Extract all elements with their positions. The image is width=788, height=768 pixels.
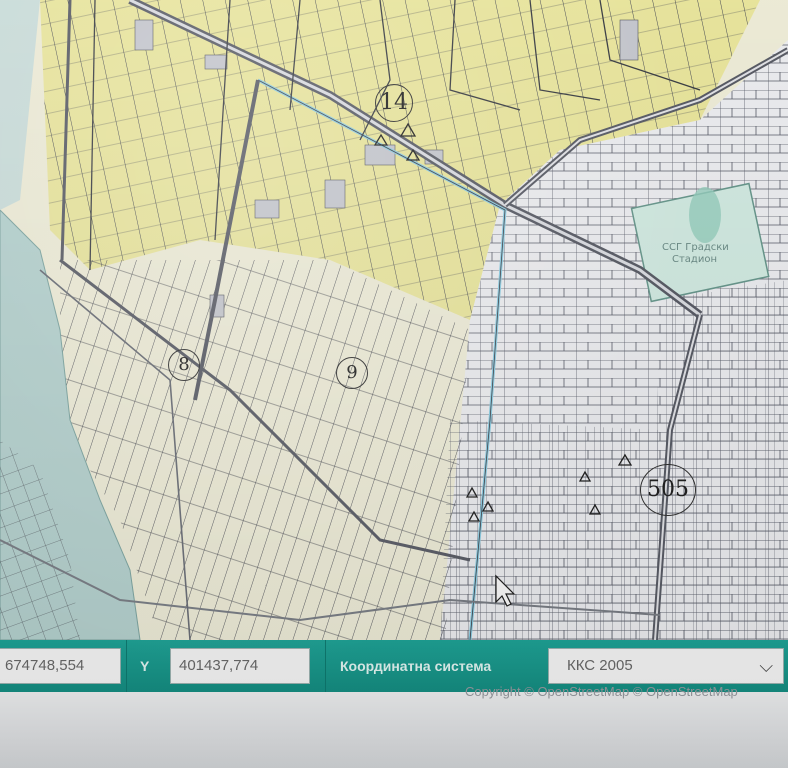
cadastral-area-label-9: 9 xyxy=(336,357,368,389)
x-coordinate-field[interactable]: 674748,554 xyxy=(0,648,121,684)
cadastral-area-label-8: 8 xyxy=(168,349,200,381)
map-attribution[interactable]: Copyright © OpenStreetMap © OpenStreetMa… xyxy=(465,684,738,699)
svg-text:Стадион: Стадион xyxy=(672,254,717,265)
cadastral-map[interactable]: ССГ Градски Стадион 14 8 9 505 xyxy=(0,0,788,640)
coordinate-system-select[interactable]: ККС 2005 ⌵ xyxy=(548,648,784,684)
divider xyxy=(325,640,326,692)
cadastral-area-label-505: 505 xyxy=(640,464,696,516)
chevron-down-icon: ⌵ xyxy=(759,656,773,676)
y-label: Y xyxy=(140,658,150,674)
coordinate-system-value: ККС 2005 xyxy=(567,657,633,674)
page-footer-area xyxy=(0,692,788,768)
cadastral-area-label-14: 14 xyxy=(375,84,413,122)
coordinate-system-label: Координатна система xyxy=(340,658,492,674)
y-coordinate-field[interactable]: 401437,774 xyxy=(170,648,310,684)
divider xyxy=(126,640,127,692)
svg-text:ССГ Градски: ССГ Градски xyxy=(662,242,729,253)
